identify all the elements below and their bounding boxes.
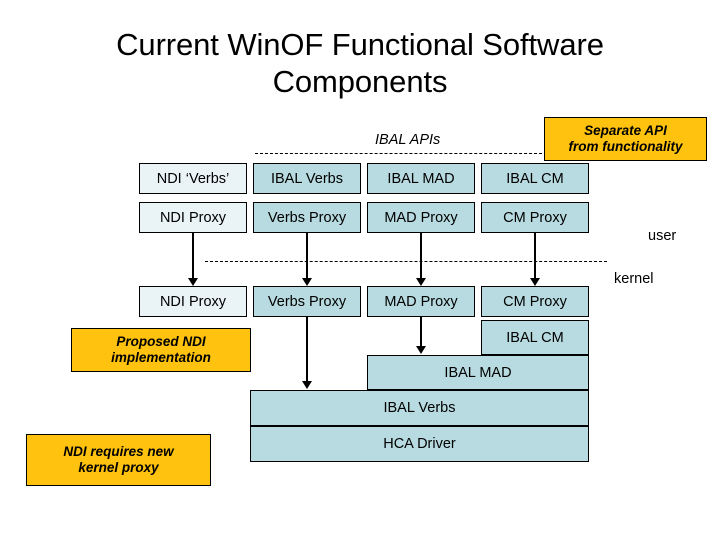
- box-mad-proxy-kernel-label: MAD Proxy: [384, 293, 458, 310]
- ibal-apis-label: IBAL APIs: [375, 132, 441, 148]
- box-ndi-verbs: NDI ‘Verbs’: [139, 163, 247, 194]
- page-title-line-1: Current WinOF Functional Software: [116, 27, 604, 62]
- box-ndi-proxy-kernel: NDI Proxy: [139, 286, 247, 317]
- arrow-verbs-proxy-head: [302, 278, 312, 286]
- arrow-verbs-proxy-to-ibal-verbs-line: [306, 317, 308, 383]
- box-cm-proxy-kernel-label: CM Proxy: [503, 293, 567, 310]
- box-ndi-verbs-label: NDI ‘Verbs’: [156, 170, 230, 187]
- box-verbs-proxy-user: Verbs Proxy: [253, 202, 361, 233]
- box-cm-proxy-user-label: CM Proxy: [503, 209, 567, 226]
- arrow-verbs-proxy-line: [306, 233, 308, 280]
- arrow-ndi-proxy-head: [188, 278, 198, 286]
- box-ibal-cm-user: IBAL CM: [481, 163, 589, 194]
- page-title: Current WinOF Functional Software Compon…: [20, 26, 700, 100]
- slide-canvas: Current WinOF Functional Software Compon…: [0, 0, 720, 540]
- box-ndi-proxy-kernel-label: NDI Proxy: [159, 293, 227, 310]
- box-ibal-mad-kernel: IBAL MAD: [367, 355, 589, 390]
- box-verbs-proxy-kernel: Verbs Proxy: [253, 286, 361, 317]
- callout-separate-api-line-2: from functionality: [568, 139, 683, 154]
- box-ndi-proxy-user: NDI Proxy: [139, 202, 247, 233]
- callout-proposed-ndi-line-2: implementation: [111, 350, 211, 365]
- callout-kernel-proxy-line-1: NDI requires new: [63, 444, 174, 459]
- box-verbs-proxy-kernel-label: Verbs Proxy: [267, 293, 347, 310]
- box-cm-proxy-user: CM Proxy: [481, 202, 589, 233]
- callout-separate-api: Separate API from functionality: [544, 117, 707, 161]
- box-ibal-mad-user-label: IBAL MAD: [387, 170, 455, 187]
- box-ibal-verbs-user: IBAL Verbs: [253, 163, 361, 194]
- box-ibal-mad-user: IBAL MAD: [367, 163, 475, 194]
- box-ibal-verbs-kernel-label: IBAL Verbs: [383, 400, 456, 416]
- arrow-verbs-proxy-to-ibal-verbs-head: [302, 381, 312, 389]
- box-mad-proxy-user: MAD Proxy: [367, 202, 475, 233]
- box-ibal-cm-user-label: IBAL CM: [506, 170, 564, 187]
- box-mad-proxy-kernel: MAD Proxy: [367, 286, 475, 317]
- box-ibal-mad-kernel-label: IBAL MAD: [444, 364, 512, 381]
- box-ibal-cm-kernel-label: IBAL CM: [506, 329, 564, 346]
- arrow-cm-proxy-line: [534, 233, 536, 280]
- box-hca-driver-label: HCA Driver: [383, 436, 456, 452]
- callout-proposed-ndi-line-1: Proposed NDI: [116, 334, 206, 349]
- box-ibal-verbs-kernel: IBAL Verbs: [250, 390, 589, 426]
- callout-kernel-proxy: NDI requires new kernel proxy: [26, 434, 211, 486]
- arrow-ndi-proxy-line: [192, 233, 194, 280]
- callout-kernel-proxy-line-2: kernel proxy: [78, 460, 159, 475]
- box-cm-proxy-kernel: CM Proxy: [481, 286, 589, 317]
- callout-proposed-ndi: Proposed NDI implementation: [71, 328, 251, 372]
- kernel-mode-label: kernel: [614, 271, 654, 287]
- box-ibal-verbs-user-label: IBAL Verbs: [270, 170, 343, 187]
- user-mode-label: user: [648, 228, 677, 244]
- arrow-mad-proxy-head: [416, 278, 426, 286]
- box-verbs-proxy-user-label: Verbs Proxy: [267, 209, 347, 226]
- box-mad-proxy-user-label: MAD Proxy: [384, 209, 458, 226]
- arrow-cm-proxy-head: [530, 278, 540, 286]
- ibal-apis-dashed-line: [255, 153, 547, 154]
- user-kernel-boundary-line: [205, 261, 607, 262]
- arrow-mad-proxy-line: [420, 233, 422, 280]
- arrow-mad-proxy-to-ibal-mad-head: [416, 346, 426, 354]
- page-title-line-2: Components: [272, 64, 448, 99]
- arrow-mad-proxy-to-ibal-mad-line: [420, 317, 422, 348]
- callout-separate-api-line-1: Separate API: [584, 123, 667, 138]
- box-ibal-cm-kernel: IBAL CM: [481, 320, 589, 355]
- box-ndi-proxy-user-label: NDI Proxy: [159, 209, 227, 226]
- box-hca-driver: HCA Driver: [250, 426, 589, 462]
